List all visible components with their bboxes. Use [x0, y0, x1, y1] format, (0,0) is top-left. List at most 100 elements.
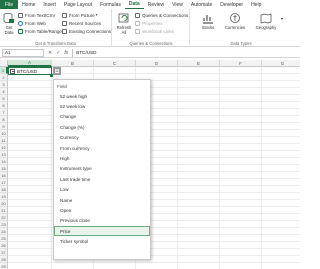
group-data-types: Stocks Currencies Geography ▾ Data Types [191, 9, 291, 47]
field-option[interactable]: Change (%) [54, 122, 150, 132]
gridline-horizontal [8, 136, 300, 137]
row-header-21[interactable]: 21 [0, 207, 8, 214]
column-header-g[interactable]: G [262, 60, 300, 67]
row-header-6[interactable]: 6 [0, 102, 8, 109]
from-table-range-button[interactable]: From Table/Range [18, 28, 62, 34]
tab-automate[interactable]: Automate [187, 0, 216, 9]
currencies-icon [230, 13, 240, 23]
picture-icon [62, 12, 67, 18]
row-header-7[interactable]: 7 [0, 109, 8, 116]
row-header-3[interactable]: 3 [0, 81, 8, 88]
from-text-csv-button[interactable]: From Text/CSV [18, 12, 55, 18]
existing-connections-button[interactable]: Existing Connections [62, 28, 111, 34]
column-header-e[interactable]: E [178, 60, 220, 67]
geography-label: Geography [255, 25, 277, 30]
row-header-14[interactable]: 14 [0, 158, 8, 165]
field-option[interactable]: Open [54, 205, 150, 215]
field-option[interactable]: Low [54, 185, 150, 195]
field-option[interactable]: Change [54, 112, 150, 122]
table-icon [18, 28, 23, 34]
field-option[interactable]: 52 week high [54, 91, 150, 101]
tab-page-layout[interactable]: Page Layout [60, 0, 96, 9]
insert-data-button[interactable] [53, 67, 61, 75]
row-header-8[interactable]: 8 [0, 116, 8, 123]
column-header-c[interactable]: C [94, 60, 136, 67]
row-header-1[interactable]: 1 [0, 67, 8, 74]
get-data-button[interactable]: Get Data [2, 12, 16, 35]
stock-data-type-icon[interactable] [10, 68, 15, 74]
tab-formulas[interactable]: Formulas [96, 0, 125, 9]
column-header-b[interactable]: B [52, 60, 94, 67]
gridline-horizontal [8, 115, 300, 116]
recent-sources-button[interactable]: Recent Sources [62, 20, 101, 26]
geography-button[interactable]: Geography [253, 12, 279, 30]
from-web-button[interactable]: From Web [18, 20, 46, 26]
tab-data[interactable]: Data [124, 0, 144, 9]
field-option[interactable]: Ticker symbol [54, 236, 150, 246]
column-header-a[interactable]: A [8, 60, 52, 67]
data-types-expand-button[interactable]: ▾ [281, 12, 287, 24]
tab-developer[interactable]: Developer [216, 0, 247, 9]
stocks-button[interactable]: Stocks [199, 12, 217, 30]
row-header-11[interactable]: 11 [0, 137, 8, 144]
formula-input[interactable]: BTC/USD [72, 48, 300, 57]
row-header-17[interactable]: 17 [0, 179, 8, 186]
row-header-4[interactable]: 4 [0, 88, 8, 95]
row-header-13[interactable]: 13 [0, 151, 8, 158]
currencies-button[interactable]: Currencies [223, 12, 247, 30]
tab-help[interactable]: Help [247, 0, 265, 9]
row-header-20[interactable]: 20 [0, 200, 8, 207]
field-option[interactable]: 52 week low [54, 101, 150, 111]
row-header-29[interactable]: 29 [0, 263, 8, 269]
gridline-horizontal [8, 199, 300, 200]
row-header-27[interactable]: 27 [0, 249, 8, 256]
name-box-value: A1 [5, 50, 11, 55]
gridline-horizontal [8, 213, 300, 214]
row-header-18[interactable]: 18 [0, 186, 8, 193]
field-option[interactable]: High [54, 153, 150, 163]
column-header-d[interactable]: D [136, 60, 178, 67]
row-header-16[interactable]: 16 [0, 172, 8, 179]
tab-home[interactable]: Home [18, 0, 39, 9]
row-header-26[interactable]: 26 [0, 242, 8, 249]
refresh-all-label: Refresh All [116, 25, 132, 35]
name-box[interactable]: A1 [2, 48, 44, 57]
field-option[interactable]: Price [54, 226, 150, 237]
row-header-5[interactable]: 5 [0, 95, 8, 102]
refresh-all-button[interactable]: Refresh All [116, 12, 132, 35]
from-text-csv-label: From Text/CSV [25, 12, 56, 18]
row-header-23[interactable]: 23 [0, 221, 8, 228]
field-option[interactable]: Last trade time [54, 174, 150, 184]
row-header-12[interactable]: 12 [0, 144, 8, 151]
insert-function-icon[interactable]: fx [64, 50, 68, 56]
field-option[interactable]: Name [54, 195, 150, 205]
field-option[interactable]: From currency [54, 143, 150, 153]
tab-insert[interactable]: Insert [39, 0, 60, 9]
from-picture-button[interactable]: From Picture ▾ [62, 12, 98, 18]
field-option[interactable]: Instrument type [54, 164, 150, 174]
queries-connections-button[interactable]: Queries & Connections [135, 12, 188, 18]
row-header-25[interactable]: 25 [0, 235, 8, 242]
properties-button[interactable]: Properties [135, 20, 163, 26]
row-header-2[interactable]: 2 [0, 74, 8, 81]
tab-file[interactable]: File [0, 0, 19, 9]
tab-view[interactable]: View [168, 0, 187, 9]
gridline-horizontal [8, 157, 300, 158]
row-header-10[interactable]: 10 [0, 130, 8, 137]
enter-icon[interactable]: ✓ [56, 50, 60, 56]
row-header-19[interactable]: 19 [0, 193, 8, 200]
row-header-9[interactable]: 9 [0, 123, 8, 130]
row-header-24[interactable]: 24 [0, 228, 8, 235]
cell-a1[interactable]: BTC/USD [8, 67, 52, 75]
row-header-28[interactable]: 28 [0, 256, 8, 263]
workbook-links-button[interactable]: Workbook Links [135, 28, 174, 34]
field-option[interactable]: Previous close [54, 216, 150, 226]
cancel-icon[interactable]: ✕ [48, 50, 52, 56]
chevron-down-icon: ▾ [95, 13, 98, 17]
select-all-corner[interactable] [0, 60, 8, 67]
tab-review[interactable]: Review [144, 0, 168, 9]
field-option[interactable]: Currency [54, 133, 150, 143]
row-header-15[interactable]: 15 [0, 165, 8, 172]
column-header-f[interactable]: F [220, 60, 262, 67]
row-header-22[interactable]: 22 [0, 214, 8, 221]
